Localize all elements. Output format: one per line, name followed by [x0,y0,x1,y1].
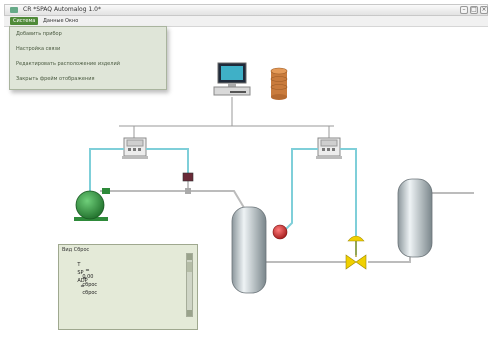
network-lines [119,97,334,138]
menu-add-device[interactable]: Добавить прибор [16,29,62,39]
scroll-down-button[interactable] [187,310,192,316]
app-icon [10,7,18,13]
close-button[interactable]: × [480,6,488,14]
panel-header: Вид Сброс [62,247,90,253]
menu-close-frame[interactable]: Закрыть фрейм отображения [16,74,94,84]
tank-icon[interactable] [231,206,267,294]
menu-connection-settings[interactable]: Настройка связи [16,44,60,54]
panel-scrollbar[interactable] [186,253,193,317]
menu-item-system[interactable]: Система [10,17,39,25]
signal-lines [89,148,357,255]
controller-icon[interactable] [122,137,148,159]
menu-edit-layout[interactable]: Редактировать расположение изделий [16,59,120,69]
computer-icon[interactable] [213,62,251,96]
database-icon[interactable] [270,67,288,100]
controller-icon[interactable] [316,137,342,159]
menu-item-window[interactable]: Окно [62,17,81,25]
window-title: CR *SPAQ Automalog 1.0* [23,6,101,13]
valve-icon[interactable] [345,235,367,270]
minimize-button[interactable]: – [460,6,468,14]
title-bar: CR *SPAQ Automalog 1.0* – □ × [4,4,488,16]
values-panel: Вид Сброс T = 0.00 SP = сброс ADP = сбро… [58,244,198,330]
scroll-thumb[interactable] [187,262,192,272]
panel-row-value: сброс [82,290,98,296]
sensor-icon[interactable] [272,224,288,240]
scroll-up-button[interactable] [187,254,192,260]
pump-icon[interactable] [74,188,110,221]
system-dropdown-menu: Добавить прибор Настройка связи Редактир… [9,26,167,90]
tank-icon[interactable] [397,178,433,258]
maximize-button[interactable]: □ [470,6,478,14]
panel-row: ADP = сброс [71,272,97,302]
